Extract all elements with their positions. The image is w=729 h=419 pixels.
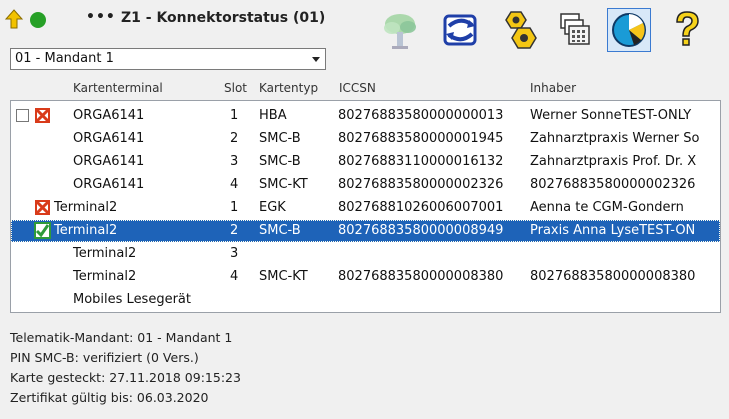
sync-icon[interactable] <box>439 8 483 52</box>
terminal-ok-icon <box>34 222 51 239</box>
detail-card-inserted: Karte gesteckt: 27.11.2018 09:15:23 <box>10 370 241 385</box>
cell-slot: 2 <box>230 223 239 238</box>
row-checkbox[interactable] <box>16 109 29 122</box>
table-row[interactable]: Terminal2 3 <box>11 243 720 265</box>
cell-inhaber: Zahnarztpraxis Werner So <box>530 131 700 146</box>
cell-slot: 3 <box>230 154 239 169</box>
cell-kartentyp: EGK <box>259 200 286 215</box>
settings-nuts-icon[interactable] <box>498 8 542 52</box>
column-header-kartenterminal[interactable]: Kartenterminal <box>73 81 163 95</box>
cell-iccsn: 80276883580000008949 <box>338 223 504 238</box>
cell-kartentyp: HBA <box>259 108 287 123</box>
cell-terminal: ORGA6141 <box>73 177 145 192</box>
cell-iccsn: 80276883580000002326 <box>338 177 504 192</box>
menu-dots-button[interactable]: ••• <box>86 9 116 25</box>
table-row[interactable]: ORGA6141 3 SMC-B 80276883110000016132 Za… <box>11 151 720 173</box>
terminal-list[interactable]: ORGA6141 1 HBA 80276883580000000013 Wern… <box>10 100 721 313</box>
cell-kartentyp: SMC-KT <box>259 269 308 284</box>
cell-iccsn: 80276883580000008380 <box>338 269 504 284</box>
cell-terminal: Mobiles Lesegerät <box>73 292 191 307</box>
table-row[interactable]: ORGA6141 1 HBA 80276883580000000013 Wern… <box>11 105 720 127</box>
cell-slot: 3 <box>230 246 239 261</box>
column-header-inhaber[interactable]: Inhaber <box>530 81 576 95</box>
cell-slot: 2 <box>230 131 239 146</box>
detail-pin: PIN SMC-B: verifiziert (0 Vers.) <box>10 350 199 365</box>
table-row[interactable]: Terminal2 4 SMC-KT 80276883580000008380 … <box>11 266 720 288</box>
terminal-error-icon <box>34 107 51 124</box>
cell-slot: 1 <box>230 108 239 123</box>
window-title: Z1 - Konnektorstatus (01) <box>121 10 326 26</box>
cell-slot: 1 <box>230 200 239 215</box>
column-header-kartentyp[interactable]: Kartentyp <box>259 81 318 95</box>
cell-terminal: Terminal2 <box>54 223 118 238</box>
cell-terminal: ORGA6141 <box>73 131 145 146</box>
cell-inhaber: Aenna te CGM-Gondern <box>530 200 684 215</box>
cell-iccsn: 80276881026006007001 <box>338 200 504 215</box>
cell-kartentyp: SMC-B <box>259 154 301 169</box>
cell-iccsn: 80276883580000001945 <box>338 131 504 146</box>
tree-icon[interactable] <box>378 8 422 52</box>
arrow-up-icon[interactable] <box>5 9 23 29</box>
connection-status-icon <box>30 12 46 28</box>
cell-iccsn: 80276883580000000013 <box>338 108 504 123</box>
chevron-down-icon <box>312 57 320 62</box>
column-header-slot[interactable]: Slot <box>224 81 247 95</box>
cell-terminal: Terminal2 <box>54 200 118 215</box>
cell-inhaber: Praxis Anna LyseTEST-ON <box>530 223 696 238</box>
mandant-select-value: 01 - Mandant 1 <box>15 51 114 66</box>
cell-slot: 4 <box>230 269 239 284</box>
cell-kartentyp: SMC-B <box>259 131 301 146</box>
table-row[interactable]: ORGA6141 2 SMC-B 80276883580000001945 Za… <box>11 128 720 150</box>
table-row[interactable]: Terminal2 1 EGK 80276881026006007001 Aen… <box>11 197 720 219</box>
cell-inhaber: 80276883580000008380 <box>530 269 696 284</box>
table-row[interactable]: Mobiles Lesegerät <box>11 289 720 311</box>
table-row[interactable]: ORGA6141 4 SMC-KT 80276883580000002326 8… <box>11 174 720 196</box>
status-pie-icon[interactable] <box>607 8 651 52</box>
detail-certificate-valid: Zertifikat gültig bis: 06.03.2020 <box>10 390 209 405</box>
cell-kartentyp: SMC-KT <box>259 177 308 192</box>
cell-slot: 4 <box>230 177 239 192</box>
cell-iccsn: 80276883110000016132 <box>338 154 504 169</box>
card-terminals-icon[interactable] <box>553 8 597 52</box>
detail-mandant: Telematik-Mandant: 01 - Mandant 1 <box>10 330 233 345</box>
mandant-select[interactable]: 01 - Mandant 1 <box>10 48 326 70</box>
cell-terminal: Terminal2 <box>73 246 137 261</box>
column-header-iccsn[interactable]: ICCSN <box>339 81 376 95</box>
cell-inhaber: Zahnarztpraxis Prof. Dr. X <box>530 154 697 169</box>
table-row-selected[interactable]: Terminal2 2 SMC-B 80276883580000008949 P… <box>11 220 720 242</box>
details-panel: Telematik-Mandant: 01 - Mandant 1 PIN SM… <box>10 328 241 408</box>
cell-terminal: Terminal2 <box>73 269 137 284</box>
cell-inhaber: 80276883580000002326 <box>530 177 696 192</box>
terminal-error-icon <box>34 199 51 216</box>
cell-inhaber: Werner SonneTEST-ONLY <box>530 108 692 123</box>
cell-terminal: ORGA6141 <box>73 108 145 123</box>
help-icon[interactable] <box>665 8 709 52</box>
cell-kartentyp: SMC-B <box>259 223 301 238</box>
cell-terminal: ORGA6141 <box>73 154 145 169</box>
